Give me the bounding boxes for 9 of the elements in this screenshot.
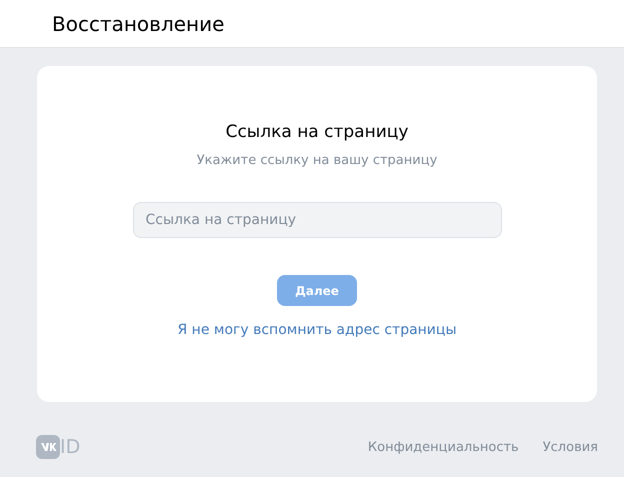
logo-text: ID: [60, 436, 80, 458]
footer-link[interactable]: Конфиденциальность: [368, 440, 519, 454]
input-field[interactable]: Ссылка на страницу: [132, 202, 502, 238]
page-title: Восстановление: [52, 12, 224, 36]
card-subtitle: Укажите ссылку на вашу страницу: [196, 153, 438, 168]
logo-icon: [36, 435, 60, 459]
footer-link[interactable]: Условия: [542, 440, 598, 454]
card-title: Ссылка на страницу: [226, 122, 408, 142]
forgot-address-link[interactable]: Я не могу вспомнить адрес страницы: [177, 322, 456, 338]
